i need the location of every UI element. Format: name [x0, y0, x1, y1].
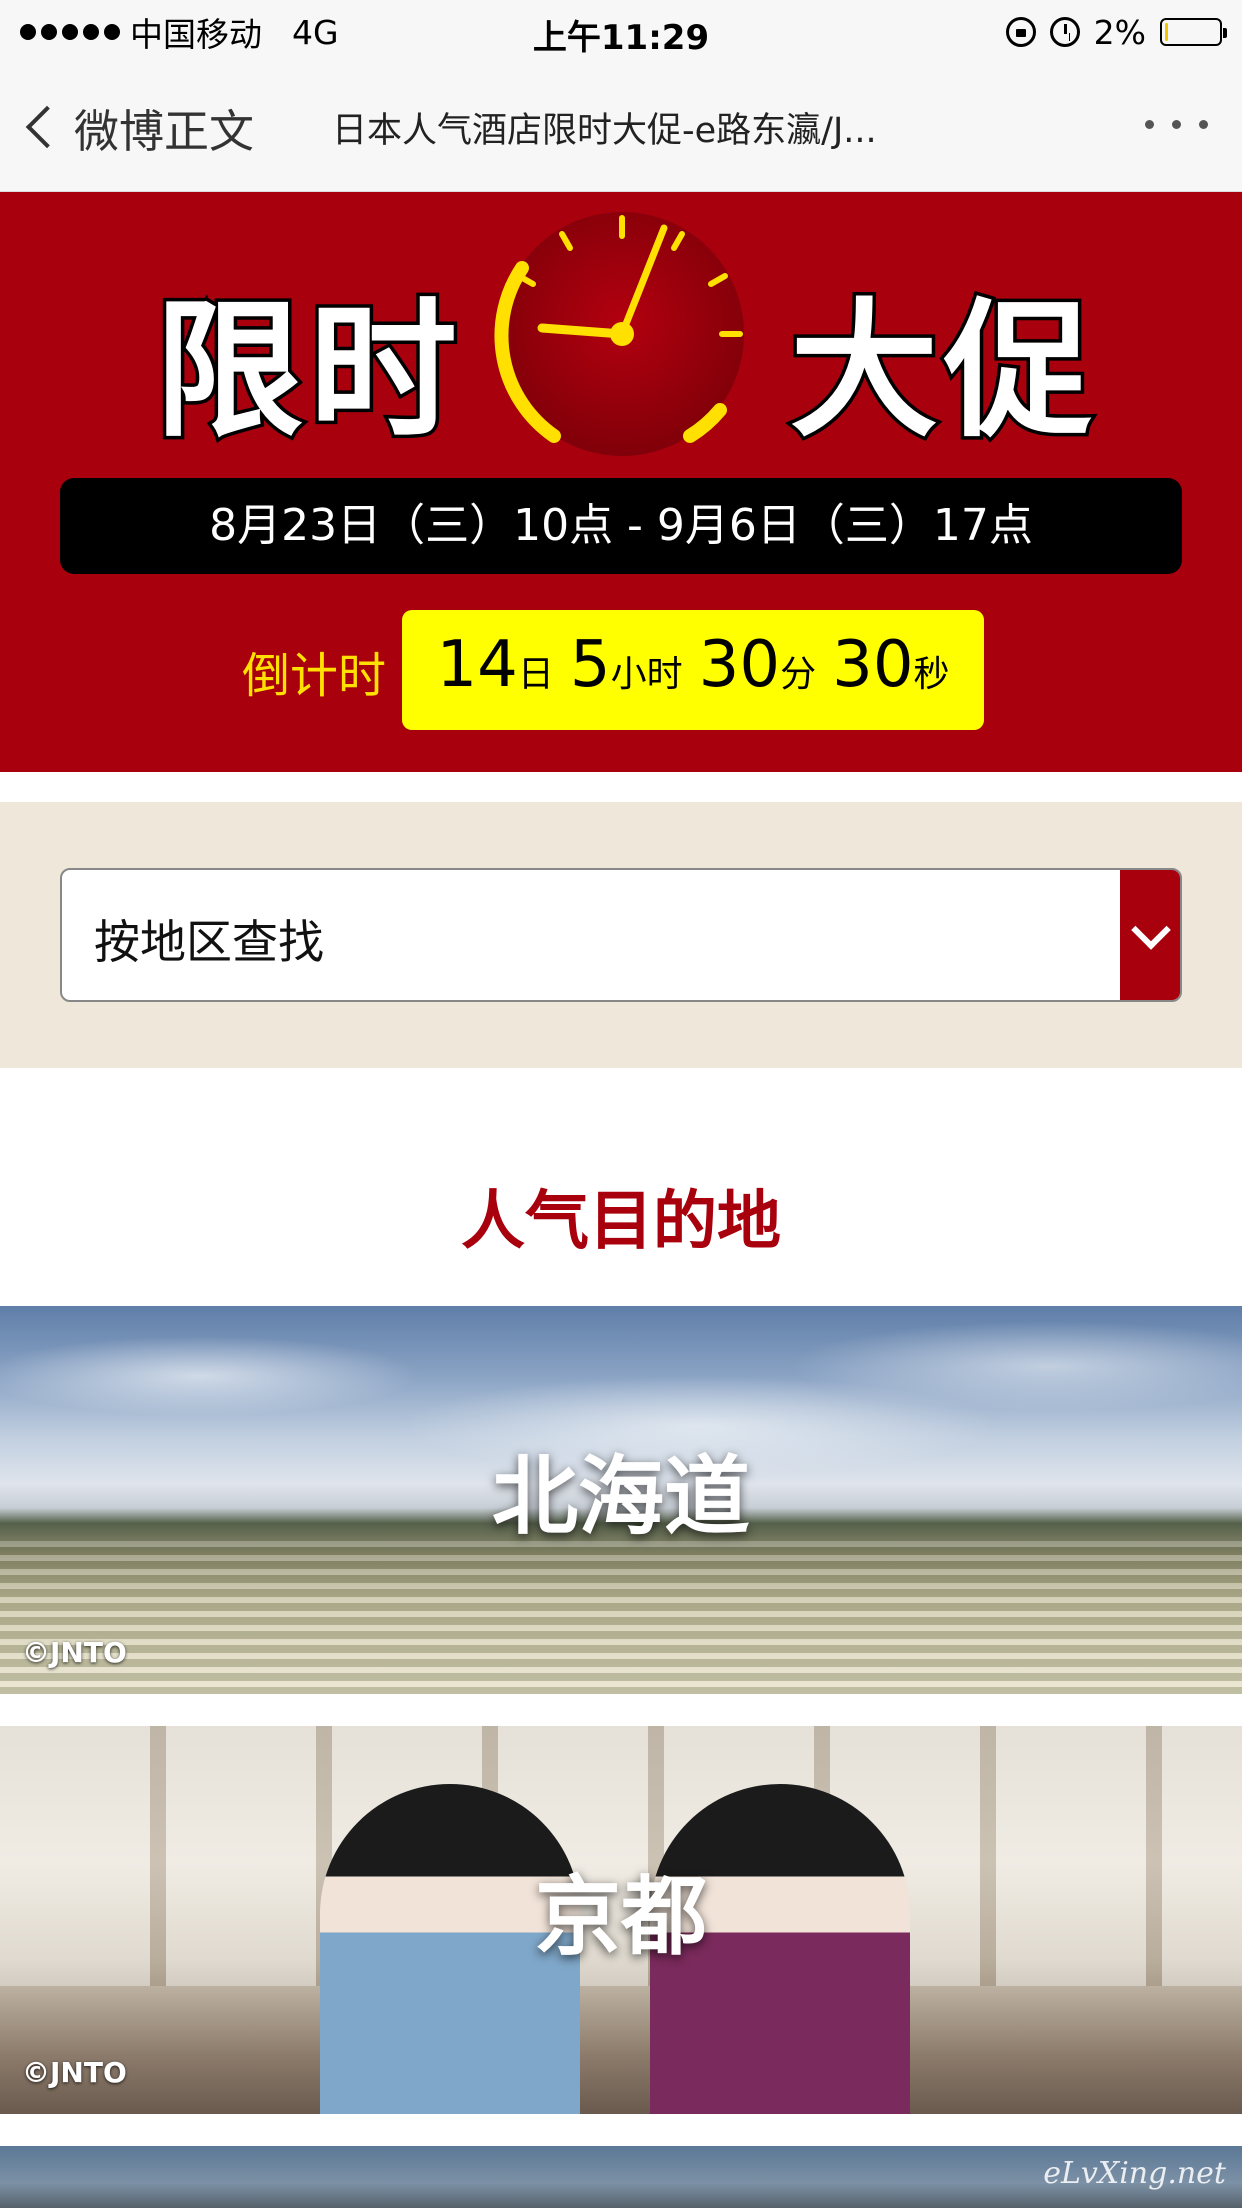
promo-banner: 限时 大促 8月23日（三）10点 - 9月6日（三）17点 倒计时 14 日 … — [0, 192, 1242, 772]
photo-credit: ©JNTO — [22, 2056, 127, 2089]
destination-card-partial[interactable]: eLvXing.net — [0, 2146, 1242, 2208]
region-search-section: 按地区查找 — [0, 802, 1242, 1068]
popular-destinations-title: 人气目的地 — [461, 1185, 781, 1259]
chevron-down-icon — [1131, 910, 1171, 950]
countdown-hours: 5 — [569, 628, 611, 702]
region-select-label: 按地区查找 — [94, 915, 324, 969]
more-button[interactable] — [1139, 110, 1214, 139]
countdown-seconds-unit: 秒 — [913, 654, 950, 695]
hokkaido-photo-field — [0, 1541, 1242, 1694]
headline-right: 大促 — [787, 282, 1098, 461]
region-select-toggle[interactable] — [1120, 870, 1180, 1000]
clock-icon — [494, 212, 744, 456]
region-select[interactable]: 按地区查找 — [60, 868, 1182, 1002]
headline-left: 限时 — [152, 282, 463, 461]
countdown-minutes: 30 — [698, 628, 781, 702]
countdown-timer: 14 日 5 小时 30 分 30 秒 — [402, 610, 984, 730]
nav-bar: 微博正文 日本人气酒店限时大促-e路东瀛/J... — [0, 62, 1242, 192]
chevron-left-icon — [25, 105, 69, 149]
countdown-days: 14 — [436, 628, 518, 702]
countdown-label: 倒计时 — [242, 648, 387, 704]
countdown: 倒计时 14 日 5 小时 30 分 30 秒 — [0, 610, 1242, 732]
countdown-minutes-unit: 分 — [780, 654, 817, 695]
headline: 限时 大促 — [0, 192, 1242, 462]
battery-percent: 2% — [1093, 12, 1146, 52]
page-title: 日本人气酒店限时大促-e路东瀛/J... — [332, 111, 877, 151]
battery-fill — [1165, 23, 1168, 41]
more-dot — [1172, 120, 1181, 129]
photo-credit: ©JNTO — [22, 1636, 127, 1669]
countdown-days-unit: 日 — [517, 654, 554, 695]
battery-icon — [1160, 18, 1227, 46]
countdown-seconds: 30 — [832, 628, 914, 702]
destination-card-kyoto[interactable]: 京都 ©JNTO — [0, 1726, 1242, 2114]
destination-name: 北海道 — [492, 1447, 750, 1547]
back-button-label: 微博正文 — [74, 104, 255, 158]
date-range: 8月23日（三）10点 - 9月6日（三）17点 — [60, 478, 1182, 574]
more-dots-icon — [1145, 120, 1154, 129]
alarm-icon — [1049, 17, 1080, 47]
status-bar: 中国移动 4G 上午11:29 2% — [0, 0, 1242, 62]
back-button[interactable]: 微博正文 — [25, 92, 255, 162]
orientation-lock-icon — [1005, 17, 1036, 47]
destination-card-hokkaido[interactable]: 北海道 ©JNTO — [0, 1306, 1242, 1694]
status-right: 2% — [1005, 10, 1227, 54]
more-dot — [1199, 120, 1208, 129]
watermark: eLvXing.net — [1043, 2156, 1226, 2191]
destination-name: 京都 — [535, 1867, 707, 1967]
countdown-hours-unit: 小时 — [610, 654, 683, 695]
